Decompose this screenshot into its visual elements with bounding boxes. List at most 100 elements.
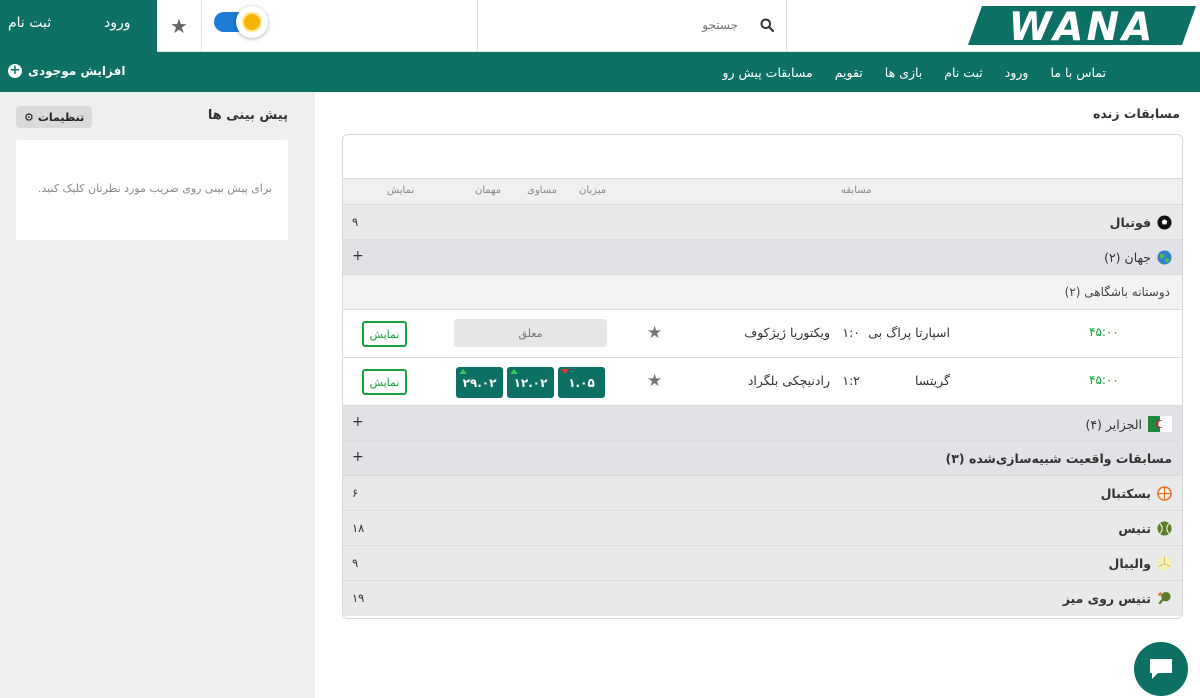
sport-label: بسکتبال <box>1101 486 1172 501</box>
wana-logo[interactable]: WANA <box>968 4 1196 47</box>
region-row-algeria[interactable]: الجزایر (۴) + <box>343 406 1182 441</box>
odds-value: ۱۲.۰۲ <box>513 375 548 390</box>
register-link[interactable]: ثبت نام <box>8 15 51 31</box>
expand-toggle[interactable]: + <box>352 449 364 465</box>
basketball-icon <box>1157 486 1172 501</box>
sport-row-table-tennis[interactable]: تنیس روی میز ۱۹ <box>343 581 1182 616</box>
col-match: مسابقه <box>841 185 872 196</box>
home-team[interactable]: اسپارتا پراگ بی <box>868 325 950 340</box>
sport-label: فوتبال <box>1110 215 1172 230</box>
toggle-knob <box>236 6 268 38</box>
topup-button[interactable]: + افزایش موجودی <box>8 64 125 78</box>
match-count: ۱۹ <box>352 591 365 605</box>
match-count: ۱۸ <box>352 521 365 535</box>
expand-toggle[interactable]: + <box>352 248 364 264</box>
nav-item-games[interactable]: بازی ها <box>885 65 922 80</box>
sport-row-tennis[interactable]: تنیس ۱۸ <box>343 511 1182 546</box>
sport-row-football[interactable]: فوتبال ۹ <box>343 205 1182 240</box>
chat-bubble-icon <box>1150 659 1172 679</box>
settings-button[interactable]: ⚙ تنظیمات <box>16 106 93 128</box>
page-title: مسابقات زنده <box>1093 106 1180 121</box>
region-label: مسابقات واقعیت شبیه‌سازی‌شده (۳) <box>946 451 1172 466</box>
odds-down-icon <box>561 369 569 374</box>
bet-slip-empty: برای پیش بینی روی ضریب مورد نظرتان کلیک … <box>16 140 288 240</box>
region-row-world[interactable]: جهان (۲) + <box>343 240 1182 275</box>
globe-icon <box>1157 250 1172 265</box>
main-nav: + افزایش موجودی مسابقات پیش رو تقویم باز… <box>0 52 1200 92</box>
algeria-flag-icon <box>1148 416 1172 432</box>
show-button[interactable]: نمایش <box>362 369 407 395</box>
match-count: ۶ <box>352 486 359 500</box>
bet-slip-panel: پیش بینی ها ⚙ تنظیمات برای پیش بینی روی … <box>0 92 315 698</box>
odds-value: ۱.۰۵ <box>568 375 595 390</box>
sport-name: والیبال <box>1108 556 1152 571</box>
card-filter-area <box>343 135 1182 179</box>
sport-label: والیبال <box>1109 556 1173 571</box>
bet-slip-message: برای پیش بینی روی ضریب مورد نظرتان کلیک … <box>37 182 272 195</box>
nav-item-upcoming[interactable]: مسابقات پیش رو <box>722 65 812 80</box>
nav-menu: مسابقات پیش رو تقویم بازی ها ثبت نام ورو… <box>722 52 1106 92</box>
sport-name: تنیس روی میز <box>1062 591 1151 606</box>
odds-home-button[interactable]: ۱.۰۵ <box>558 367 605 398</box>
sport-row-basketball[interactable]: بسکتبال ۶ <box>343 476 1182 511</box>
sport-name: بسکتبال <box>1100 486 1151 501</box>
nav-item-register[interactable]: ثبت نام <box>944 65 983 80</box>
login-link[interactable]: ورود <box>104 15 131 31</box>
sport-label: تنیس <box>1118 521 1172 536</box>
region-label: جهان (۲) <box>1104 250 1172 265</box>
sport-row-volleyball[interactable]: والیبال ۹ <box>343 546 1182 581</box>
plus-circle-icon: + <box>8 63 22 78</box>
col-draw: مساوی <box>527 185 557 196</box>
match-time: ۴۵:۰۰ <box>1089 325 1119 339</box>
match-count: ۹ <box>352 556 359 570</box>
favorite-star-icon[interactable]: ★ <box>647 371 662 391</box>
odds-away-button[interactable]: ۲۹.۰۲ <box>456 367 503 398</box>
search-input[interactable] <box>488 10 738 40</box>
sport-label: تنیس روی میز <box>1063 591 1172 606</box>
bet-slip-title: پیش بینی ها <box>207 108 288 123</box>
away-team[interactable]: رادنیچکی بلگراد <box>748 373 830 388</box>
volleyball-icon <box>1157 556 1172 571</box>
sport-name: تنیس <box>1118 521 1151 536</box>
region-name: جهان (۲) <box>1104 250 1151 265</box>
nav-item-contact[interactable]: تماس با ما <box>1050 65 1106 80</box>
nav-item-login[interactable]: ورود <box>1005 65 1029 80</box>
odds-up-icon <box>510 369 518 374</box>
col-show: نمایش <box>387 185 415 196</box>
match-count: ۹ <box>352 215 359 229</box>
league-row: دوستانه باشگاهی (۲) <box>343 275 1182 310</box>
sun-icon <box>244 14 260 30</box>
nav-item-calendar[interactable]: تقویم <box>835 65 863 80</box>
football-icon <box>1157 215 1172 230</box>
expand-toggle[interactable]: + <box>352 414 364 430</box>
match-score: ۱:۲ <box>842 373 860 388</box>
region-label: الجزایر (۴) <box>1085 416 1172 432</box>
league-name: دوستانه باشگاهی (۲) <box>1064 285 1170 299</box>
column-header: نمایش مهمان مساوی میزبان مسابقه <box>343 179 1182 205</box>
auth-box: ثبت نام ورود <box>0 0 157 52</box>
search-box <box>477 0 787 52</box>
tennis-ball-icon <box>1157 521 1172 536</box>
favorites-star-icon[interactable]: ★ <box>157 0 202 52</box>
region-name: مسابقات واقعیت شبیه‌سازی‌شده (۳) <box>945 451 1172 466</box>
svg-text:WANA: WANA <box>1009 5 1156 47</box>
match-score: ۱:۰ <box>842 325 860 340</box>
home-team[interactable]: گریتسا <box>915 373 950 388</box>
search-icon[interactable] <box>760 18 774 32</box>
settings-label: تنظیمات <box>37 110 85 124</box>
show-button[interactable]: نمایش <box>362 321 407 347</box>
match-row: ۴۵:۰۰ گریتسا ۱:۲ رادنیچکی بلگراد ★ ۱.۰۵ … <box>343 358 1182 406</box>
gear-icon: ⚙ <box>24 110 34 124</box>
chat-button[interactable] <box>1134 642 1188 696</box>
odds-value: ۲۹.۰۲ <box>462 375 497 390</box>
favorite-star-icon[interactable]: ★ <box>647 323 662 343</box>
sport-name: فوتبال <box>1109 215 1151 230</box>
region-row-simulated[interactable]: مسابقات واقعیت شبیه‌سازی‌شده (۳) + <box>343 441 1182 476</box>
odds-draw-button[interactable]: ۱۲.۰۲ <box>507 367 554 398</box>
live-matches-card: نمایش مهمان مساوی میزبان مسابقه فوتبال ۹… <box>342 134 1183 619</box>
theme-toggle[interactable] <box>214 6 268 38</box>
col-away: مهمان <box>475 185 502 196</box>
suspended-odds: معلق <box>454 319 607 347</box>
away-team[interactable]: ویکتوریا ژیژکوف <box>744 325 830 340</box>
top-bar: ثبت نام ورود ★ WANA <box>0 0 1200 52</box>
